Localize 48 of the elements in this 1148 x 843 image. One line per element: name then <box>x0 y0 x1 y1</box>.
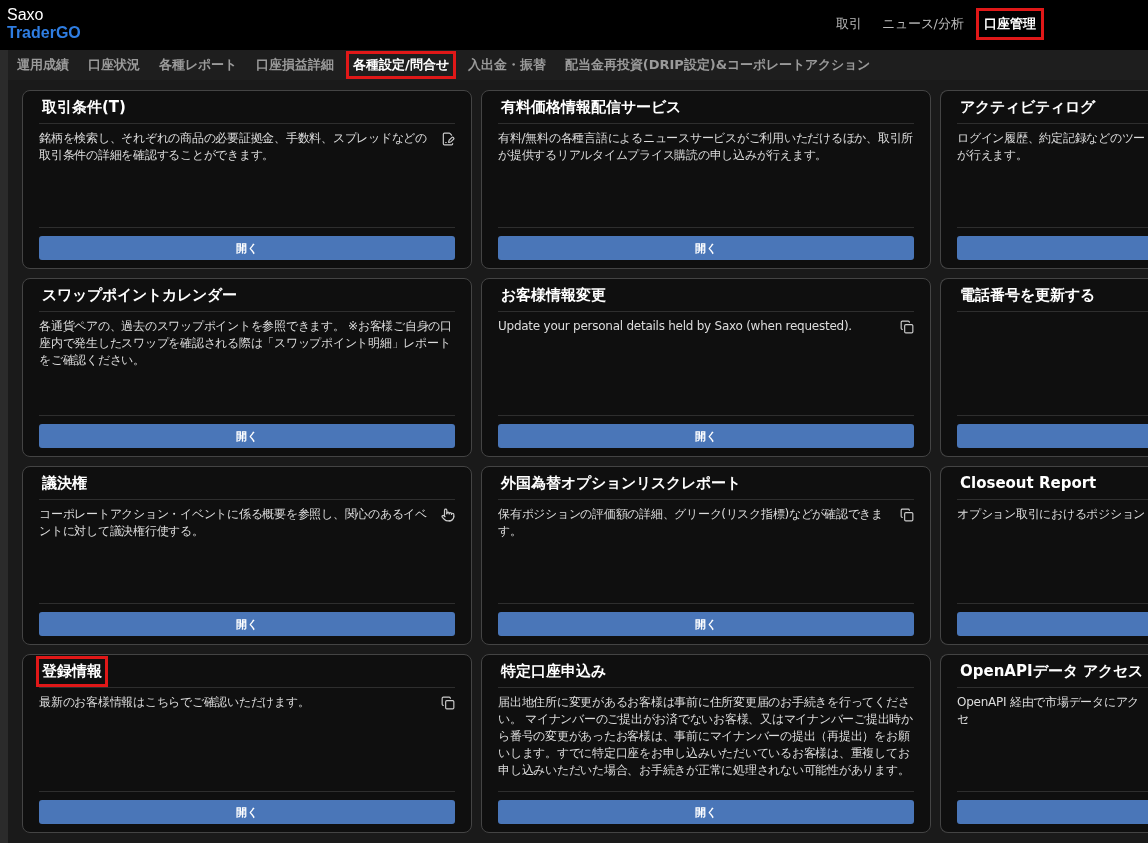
pointer-icon[interactable] <box>441 508 455 522</box>
open-button[interactable]: 開く <box>39 236 455 260</box>
open-button[interactable]: 開く <box>498 236 914 260</box>
card-title: 議決権 <box>41 472 88 494</box>
card-title: 外国為替オプションリスクレポート <box>500 472 742 494</box>
card-title: 特定口座申込み <box>499 660 607 682</box>
card-title: 登録情報 <box>36 655 108 687</box>
open-button[interactable]: 開く <box>498 612 914 636</box>
open-button[interactable]: 開く <box>39 800 455 824</box>
card-description: 届出地住所に変更があるお客様は事前に住所変更届のお手続きを行ってください。 マイナンバーのご提出がお済でないお客様、又はマイナンバーご提出時から番号の変更があったお客様は、事前にマイナンバーの提出（再提出）をお願いします。すでに特定口座をお申し込みいただいているお客様は、重複してお申し込みいただいた場合、お手続きが正常に処理されない可能性があります。 <box>498 694 914 779</box>
card-title: アクティビティログ <box>959 96 1097 118</box>
card-description: OpenAPI 経由で市場データにアクセ <box>957 694 1141 728</box>
card-description: オプション取引におけるポジション <box>957 506 1146 523</box>
open-button[interactable]: 開く <box>498 800 914 824</box>
edit-icon[interactable] <box>441 132 455 146</box>
sub-tab[interactable]: 運用成績 <box>10 51 76 79</box>
sub-tab[interactable]: 入出金・振替 <box>460 51 553 79</box>
card-description: 最新のお客様情報はこちらでご確認いただけます。 <box>39 694 311 711</box>
card-description: 保有ポジションの評価額の詳細、グリーク(リスク指標)などが確認できます。 <box>498 506 884 540</box>
open-button[interactable]: 開く <box>498 424 914 448</box>
sub-tab[interactable]: 各種レポート <box>152 51 244 79</box>
card-title: 電話番号を更新する <box>959 284 1096 306</box>
card-title: OpenAPIデータ アクセス <box>959 660 1144 682</box>
card-description: 各通貨ペアの、過去のスワップポイントを参照できます。 ※お客様ご自身の口座内で発生したスワップを確認される際は「スワップポイント明細」レポートをご確認ください。 <box>39 318 453 369</box>
copy-icon[interactable] <box>900 320 914 334</box>
nav-tab[interactable]: ニュース/分析 <box>873 8 972 40</box>
card-description: 有料/無料の各種言語によるニュースサービスがご利用いただけるほか、取引所が提供するリアルタイムプライス購読の申し込みが行えます。 <box>498 130 914 164</box>
card-title: スワップポイントカレンダー <box>41 284 238 306</box>
card-description: Update your personal details held by Saxo (when requested). <box>498 318 853 335</box>
card-title: お客様情報変更 <box>500 284 607 306</box>
card-description: ログイン履歴、約定記録などのツーが行えます。 <box>957 130 1146 164</box>
sub-tab[interactable]: 配当金再投資(DRIP設定)&コーポレートアクション <box>557 51 878 79</box>
card-title: Closeout Report <box>959 473 1098 494</box>
sub-tab[interactable]: 各種設定/問合せ <box>346 51 456 79</box>
logo-text: Saxo <box>7 6 45 24</box>
card-title: 取引条件(T) <box>41 96 127 118</box>
nav-tab[interactable]: 取引 <box>827 8 870 40</box>
card-description: 銘柄を検索し、それぞれの商品の必要証拠金、手数料、スプレッドなどの取引条件の詳細を確認することができます。 <box>39 130 428 164</box>
card-title: 有料価格情報配信サービス <box>500 96 682 118</box>
sub-tab[interactable]: 口座状況 <box>81 51 147 79</box>
open-button[interactable]: 開く <box>39 424 455 448</box>
sub-tab[interactable]: 口座損益詳細 <box>249 51 341 79</box>
nav-tab[interactable]: 口座管理 <box>976 8 1044 40</box>
card-description: コーポレートアクション・イベントに係る概要を参照し、関心のあるイベントに対して議決権行使する。 <box>39 506 428 540</box>
copy-icon[interactable] <box>441 696 455 710</box>
copy-icon[interactable] <box>900 508 914 522</box>
open-button[interactable]: 開く <box>39 612 455 636</box>
logo-text: TraderGO <box>7 24 81 42</box>
